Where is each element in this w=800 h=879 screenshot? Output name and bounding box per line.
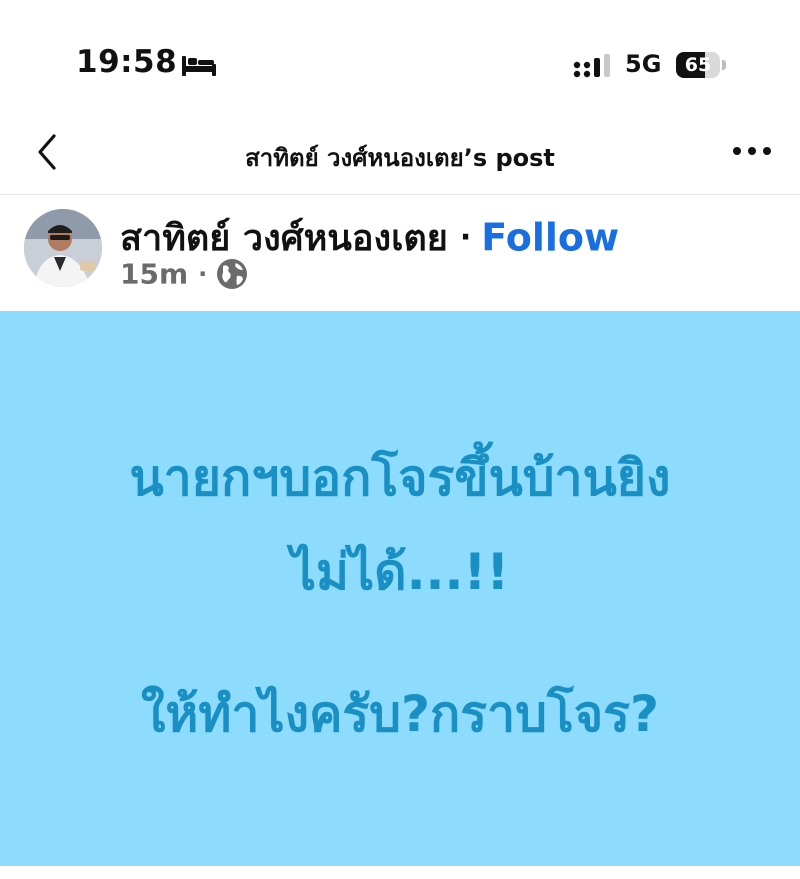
author-row: สาทิตย์ วงศ์หนองเตย · Follow bbox=[120, 209, 619, 260]
author-name[interactable]: สาทิตย์ วงศ์หนองเตย bbox=[120, 218, 448, 259]
bed-icon bbox=[182, 56, 216, 76]
avatar[interactable] bbox=[24, 209, 102, 287]
post-text-line: ให้ทำไงครับ?กราบโจร? bbox=[141, 685, 659, 743]
nav-header: สาทิตย์ วงศ์หนองเตย’s post bbox=[0, 112, 800, 195]
post-header: สาทิตย์ วงศ์หนองเตย · Follow 15m · bbox=[0, 195, 800, 311]
globe-icon[interactable] bbox=[215, 257, 249, 291]
status-bar: 19:58 5G 65 bbox=[0, 0, 800, 110]
battery-icon: 65 bbox=[676, 52, 728, 78]
separator-dot: · bbox=[459, 220, 472, 255]
post-timestamp[interactable]: 15m bbox=[120, 258, 188, 291]
post-text-line: ไม่ได้...!! bbox=[290, 543, 510, 601]
page-title: สาทิตย์ วงศ์หนองเตย’s post bbox=[245, 144, 555, 172]
back-chevron-icon[interactable] bbox=[34, 132, 60, 172]
status-time: 19:58 bbox=[76, 44, 178, 80]
post-content[interactable]: นายกฯบอกโจรขึ้นบ้านยิง ไม่ได้...!! ให้ทำ… bbox=[0, 311, 800, 866]
divider bbox=[0, 866, 800, 879]
post-meta: 15m · bbox=[120, 257, 249, 291]
meta-separator-dot: · bbox=[198, 260, 208, 288]
battery-level: 65 bbox=[684, 54, 712, 76]
more-options-icon[interactable] bbox=[732, 144, 772, 158]
avatar-photo bbox=[24, 209, 102, 287]
signal-icon bbox=[573, 54, 610, 78]
post-text-line: นายกฯบอกโจรขึ้นบ้านยิง bbox=[129, 449, 671, 507]
network-type: 5G bbox=[625, 50, 662, 78]
follow-button[interactable]: Follow bbox=[481, 216, 619, 260]
